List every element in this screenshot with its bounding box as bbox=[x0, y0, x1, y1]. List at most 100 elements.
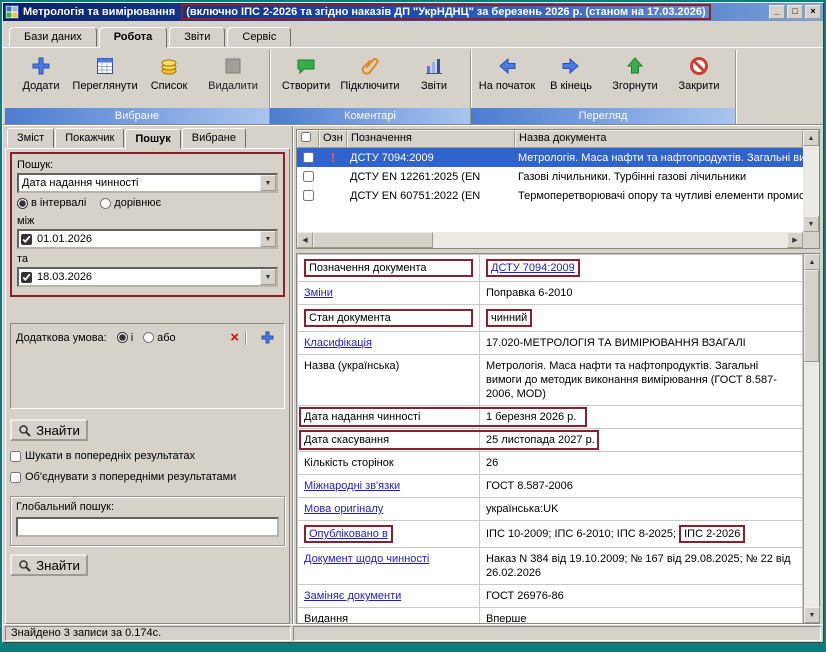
chevron-down-icon[interactable]: ▼ bbox=[260, 231, 276, 247]
changes-link[interactable]: Зміни bbox=[304, 287, 333, 299]
and-radio[interactable]: і bbox=[117, 332, 133, 344]
remove-condition-button[interactable]: × bbox=[224, 331, 246, 345]
detail-value: Наказ N 384 від 19.10.2009; № 167 від 29… bbox=[480, 548, 803, 585]
between-label: між bbox=[17, 215, 278, 227]
search-in-previous-checkbox[interactable]: Шукати в попередніх результатах bbox=[10, 450, 285, 462]
row-checkbox[interactable] bbox=[303, 152, 314, 163]
scroll-down-icon[interactable]: ▼ bbox=[803, 216, 819, 232]
close-db-button[interactable]: Закрити bbox=[667, 52, 731, 108]
detail-row: Зміни Поправка 6-2010 bbox=[298, 282, 803, 305]
replaces-documents-link[interactable]: Заміняє документи bbox=[304, 590, 401, 602]
tab-pokazhchyk[interactable]: Покажчик bbox=[55, 128, 124, 148]
detail-label: Назва (українська) bbox=[298, 355, 480, 406]
scrollbar-thumb[interactable] bbox=[804, 270, 819, 362]
row-checkbox[interactable] bbox=[303, 171, 314, 182]
scroll-up-icon[interactable]: ▲ bbox=[803, 130, 819, 146]
detail-row: Заміняє документи ГОСТ 26976-86 bbox=[298, 585, 803, 608]
scroll-down-icon[interactable]: ▼ bbox=[804, 607, 820, 623]
designation-cell: ДСТУ EN 60751:2022 (EN bbox=[347, 190, 515, 202]
name-column-header[interactable]: Назва документа bbox=[515, 130, 803, 148]
create-comment-button[interactable]: Створити bbox=[274, 52, 338, 108]
arrow-up-icon bbox=[622, 54, 648, 78]
view-button[interactable]: Переглянути bbox=[73, 52, 137, 108]
global-search-input[interactable] bbox=[16, 517, 279, 537]
classification-link[interactable]: Класифікація bbox=[304, 337, 372, 349]
maximize-button[interactable]: □ bbox=[787, 5, 803, 19]
reports-button[interactable]: Звіти bbox=[402, 52, 466, 108]
tab-poshuk[interactable]: Пошук bbox=[125, 129, 180, 149]
add-button[interactable]: Додати bbox=[9, 52, 73, 108]
ips-highlight: ІПС 2-2026 bbox=[679, 525, 745, 543]
title-bar[interactable]: Метрологія та вимірювання (включно ІПС 2… bbox=[3, 3, 823, 21]
select-all-checkbox[interactable] bbox=[301, 132, 311, 142]
collapse-button[interactable]: Згорнути bbox=[603, 52, 667, 108]
chevron-down-icon[interactable]: ▼ bbox=[260, 175, 276, 191]
table-row[interactable]: ДСТУ EN 12261:2025 (EN Газові лічильники… bbox=[297, 167, 803, 186]
tab-bazy-danykh[interactable]: Бази даних bbox=[9, 27, 97, 47]
delete-icon bbox=[220, 54, 246, 78]
original-language-link[interactable]: Мова оригіналу bbox=[304, 503, 383, 515]
published-in-link[interactable]: Опубліковано в bbox=[304, 525, 393, 543]
or-radio[interactable]: або bbox=[143, 332, 176, 344]
comment-bubble-icon bbox=[293, 54, 319, 78]
go-last-button[interactable]: В кінець bbox=[539, 52, 603, 108]
detail-value: ГОСТ 8.587-2006 bbox=[480, 475, 803, 498]
status-text: Знайдено 3 записи за 0.174с. bbox=[5, 626, 291, 641]
tab-zvity[interactable]: Звіти bbox=[169, 27, 225, 47]
arrow-left-icon bbox=[494, 54, 520, 78]
search-section-highlight: Пошук: Дата надання чинності ▼ в інтерва… bbox=[10, 152, 285, 297]
add-condition-button[interactable] bbox=[256, 330, 279, 345]
detail-row: Опубліковано в ІПС 10-2009; ІПС 6-2010; … bbox=[298, 521, 803, 548]
designation-cell: ДСТУ EN 12261:2025 (EN bbox=[347, 171, 515, 183]
list-button[interactable]: Список bbox=[137, 52, 201, 108]
tab-zmist[interactable]: Зміст bbox=[7, 128, 54, 148]
date-from-checkbox[interactable] bbox=[21, 234, 32, 245]
detail-label: Дата скасування bbox=[304, 434, 389, 446]
details-vertical-scrollbar[interactable]: ▲ ▼ bbox=[803, 254, 819, 623]
status-spacer bbox=[293, 626, 821, 641]
equals-radio[interactable]: дорівнює bbox=[100, 197, 161, 209]
scrollbar-thumb[interactable] bbox=[313, 232, 433, 248]
results-vertical-scrollbar[interactable]: ▲ ▼ bbox=[803, 130, 819, 232]
go-first-button[interactable]: На початок bbox=[475, 52, 539, 108]
validity-document-link[interactable]: Документ щодо чинності bbox=[304, 553, 429, 565]
select-column-header[interactable] bbox=[297, 130, 319, 148]
additional-condition-panel: Додаткова умова: і або × bbox=[10, 323, 285, 409]
detail-value: 1 березня 2026 р. bbox=[480, 406, 803, 429]
interval-radio[interactable]: в інтервалі bbox=[17, 197, 86, 209]
minimize-button[interactable]: _ bbox=[769, 5, 785, 19]
row-checkbox[interactable] bbox=[303, 190, 314, 201]
attach-button[interactable]: Підключити bbox=[338, 52, 402, 108]
search-field-dropdown[interactable]: Дата надання чинності ▼ bbox=[17, 173, 278, 193]
toolbar-group-comments: Створити Підключити Звіти Коментарі bbox=[270, 50, 471, 124]
add-icon bbox=[28, 54, 54, 78]
status-bar: Знайдено 3 записи за 0.174с. bbox=[3, 624, 823, 642]
scroll-up-icon[interactable]: ▲ bbox=[804, 254, 820, 270]
scroll-left-icon[interactable]: ◀ bbox=[297, 232, 313, 248]
chevron-down-icon[interactable]: ▼ bbox=[260, 269, 276, 285]
date-from-dropdown[interactable]: 01.01.2026 ▼ bbox=[17, 229, 278, 249]
detail-row: Позначення документа ДСТУ 7094:2009 bbox=[298, 255, 803, 282]
global-find-button[interactable]: Знайти bbox=[10, 554, 88, 576]
designation-link[interactable]: ДСТУ 7094:2009 bbox=[486, 259, 580, 277]
window-title: Метрологія та вимірювання bbox=[23, 6, 175, 18]
results-horizontal-scrollbar[interactable]: ◀ ▶ bbox=[297, 232, 803, 248]
international-links-link[interactable]: Міжнародні зв'язки bbox=[304, 480, 400, 492]
table-row[interactable]: ДСТУ EN 60751:2022 (EN Термоперетворювач… bbox=[297, 186, 803, 205]
date-to-dropdown[interactable]: 18.03.2026 ▼ bbox=[17, 267, 278, 287]
tab-vybrane[interactable]: Вибране bbox=[182, 128, 246, 148]
designation-column-header[interactable]: Позначення bbox=[347, 130, 515, 148]
document-name-cell: Газові лічильники. Турбінні газові лічил… bbox=[515, 171, 803, 183]
delete-button[interactable]: Видалити bbox=[201, 52, 265, 108]
prohibition-icon bbox=[686, 54, 712, 78]
tab-servis[interactable]: Сервіс bbox=[227, 27, 291, 47]
merge-with-previous-checkbox[interactable]: Об'єднувати з попередніми результатами bbox=[10, 471, 285, 483]
find-button[interactable]: Знайти bbox=[10, 419, 88, 441]
scroll-right-icon[interactable]: ▶ bbox=[787, 232, 803, 248]
date-to-checkbox[interactable] bbox=[21, 272, 32, 283]
close-button[interactable]: × bbox=[805, 5, 821, 19]
tab-robota[interactable]: Робота bbox=[99, 27, 168, 48]
flag-column-header[interactable]: Озн bbox=[319, 130, 347, 148]
table-row[interactable]: ! ДСТУ 7094:2009 Метрологія. Маса нафти … bbox=[297, 148, 803, 167]
detail-value: ІПС 10-2009; ІПС 6-2010; ІПС 8-2025; ІПС… bbox=[480, 521, 803, 548]
